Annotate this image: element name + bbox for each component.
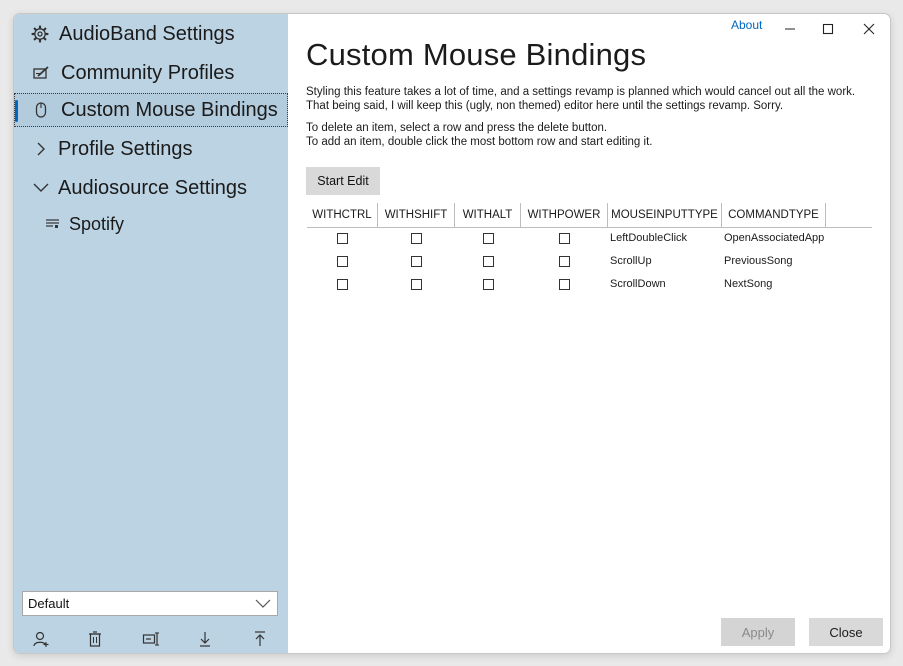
minimize-button[interactable] [772, 16, 808, 42]
column-header-mouseinputtype[interactable]: MOUSEINPUTTYPE [608, 203, 722, 227]
profile-dropdown[interactable]: Default [22, 591, 278, 616]
window-close-button[interactable] [851, 16, 887, 42]
sidebar-item-audiosource-settings[interactable]: Audiosource Settings [14, 171, 288, 205]
withctrl-checkbox[interactable] [337, 256, 348, 267]
main-panel: About Custom Mouse Bindings Styling this… [288, 14, 890, 653]
edit-icon [30, 62, 52, 84]
start-edit-button[interactable]: Start Edit [306, 167, 380, 195]
grid-header: WITHCTRL WITHSHIFT WITHALT WITHPOWER MOU… [307, 203, 872, 228]
mouse-icon [30, 99, 52, 121]
chevron-down-icon [30, 177, 52, 199]
sidebar-item-spotify[interactable]: Spotify [14, 207, 288, 241]
withctrl-checkbox[interactable] [337, 279, 348, 290]
description-text: Styling this feature takes a lot of time… [306, 86, 856, 98]
import-icon[interactable] [194, 628, 216, 650]
sidebar-item-label: Custom Mouse Bindings [61, 98, 278, 121]
withpower-checkbox[interactable] [559, 233, 570, 244]
withalt-checkbox[interactable] [483, 256, 494, 267]
sidebar: AudioBand Settings Community Profiles Cu [14, 14, 288, 653]
selection-indicator [15, 100, 18, 122]
settings-window: AudioBand Settings Community Profiles Cu [13, 13, 891, 654]
withpower-checkbox[interactable] [559, 279, 570, 290]
column-header-withpower[interactable]: WITHPOWER [521, 203, 608, 227]
sidebar-item-community-profiles[interactable]: Community Profiles [14, 56, 288, 90]
chevron-down-icon [255, 596, 271, 613]
withshift-checkbox[interactable] [411, 233, 422, 244]
table-row[interactable]: ScrollDown NextSong [307, 274, 872, 297]
sidebar-item-audioband-settings[interactable]: AudioBand Settings [14, 17, 288, 51]
sidebar-item-label: Profile Settings [58, 137, 193, 160]
delete-icon[interactable] [84, 628, 106, 650]
profile-toolbar [14, 626, 288, 652]
instruction-text: To add an item, double click the most bo… [306, 136, 653, 148]
audiosource-icon [42, 213, 64, 235]
withshift-checkbox[interactable] [411, 279, 422, 290]
commandtype-cell[interactable]: OpenAssociatedApp [724, 232, 824, 244]
column-header-commandtype[interactable]: COMMANDTYPE [722, 203, 826, 227]
sidebar-item-label: Audiosource Settings [58, 176, 248, 199]
sidebar-item-label: Community Profiles [61, 61, 235, 84]
withctrl-checkbox[interactable] [337, 233, 348, 244]
rename-icon[interactable] [140, 628, 162, 650]
column-header-withctrl[interactable]: WITHCTRL [307, 203, 378, 227]
instruction-text: To delete an item, select a row and pres… [306, 122, 608, 134]
sidebar-item-custom-mouse-bindings[interactable]: Custom Mouse Bindings [14, 93, 288, 127]
gear-icon [29, 23, 51, 45]
sidebar-item-label: Spotify [69, 213, 125, 234]
apply-button[interactable]: Apply [721, 618, 795, 646]
table-row[interactable]: LeftDoubleClick OpenAssociatedApp [307, 228, 872, 251]
withalt-checkbox[interactable] [483, 279, 494, 290]
mouseinputtype-cell[interactable]: ScrollDown [610, 278, 666, 290]
sidebar-item-label: AudioBand Settings [59, 22, 235, 45]
withpower-checkbox[interactable] [559, 256, 570, 267]
chevron-right-icon [30, 138, 52, 160]
description-text: That being said, I will keep this (ugly,… [306, 100, 784, 112]
withalt-checkbox[interactable] [483, 233, 494, 244]
maximize-button[interactable] [810, 16, 846, 42]
column-header-withshift[interactable]: WITHSHIFT [378, 203, 455, 227]
profile-dropdown-value: Default [28, 596, 70, 611]
page-title: Custom Mouse Bindings [306, 37, 647, 72]
about-link[interactable]: About [731, 18, 762, 32]
sidebar-item-profile-settings[interactable]: Profile Settings [14, 132, 288, 166]
table-row[interactable]: ScrollUp PreviousSong [307, 251, 872, 274]
commandtype-cell[interactable]: NextSong [724, 278, 772, 290]
mouseinputtype-cell[interactable]: LeftDoubleClick [610, 232, 687, 244]
add-user-icon[interactable] [30, 628, 52, 650]
mouse-bindings-grid: WITHCTRL WITHSHIFT WITHALT WITHPOWER MOU… [307, 203, 872, 297]
mouseinputtype-cell[interactable]: ScrollUp [610, 255, 652, 267]
export-icon[interactable] [249, 628, 271, 650]
close-button[interactable]: Close [809, 618, 883, 646]
withshift-checkbox[interactable] [411, 256, 422, 267]
column-header-withalt[interactable]: WITHALT [455, 203, 521, 227]
commandtype-cell[interactable]: PreviousSong [724, 255, 793, 267]
